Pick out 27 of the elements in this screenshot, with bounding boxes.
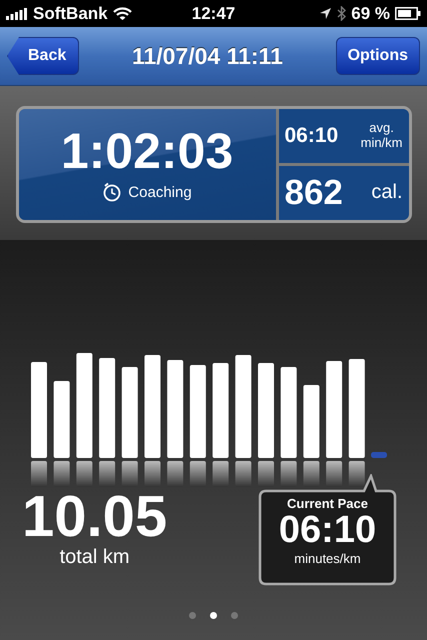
location-arrow-icon bbox=[319, 7, 332, 20]
stopwatch-icon bbox=[102, 182, 122, 202]
avg-unit: min/km bbox=[360, 136, 402, 150]
distance-label: total km bbox=[60, 546, 130, 569]
current-pace-title: Current Pace bbox=[287, 496, 368, 511]
clock-time: 12:47 bbox=[192, 4, 236, 24]
battery-percent: 69 % bbox=[351, 4, 390, 24]
bluetooth-icon bbox=[337, 6, 346, 21]
coaching-label: Coaching bbox=[128, 184, 192, 200]
distance-value: 10.05 bbox=[22, 488, 168, 546]
options-button[interactable]: Options bbox=[336, 37, 420, 75]
page-dot[interactable] bbox=[231, 612, 238, 619]
signal-icon bbox=[6, 8, 28, 20]
calories-value: 862 bbox=[284, 172, 343, 212]
back-button[interactable]: Back bbox=[7, 37, 80, 75]
calories-unit: cal. bbox=[371, 181, 402, 204]
nav-title: 11/07/04 11:11 bbox=[132, 42, 283, 70]
battery-icon bbox=[395, 7, 421, 20]
wifi-icon bbox=[112, 6, 132, 20]
avg-pace-value: 06:10 bbox=[284, 124, 338, 148]
page-dot[interactable] bbox=[210, 612, 217, 619]
current-pace-unit: minutes/km bbox=[294, 550, 361, 566]
page-dot[interactable] bbox=[189, 612, 196, 619]
carrier-name: SoftBank bbox=[33, 4, 108, 24]
current-pace-value: 06:10 bbox=[278, 511, 376, 551]
avg-label: avg. bbox=[369, 120, 394, 136]
duration-value: 1:02:03 bbox=[60, 126, 234, 176]
